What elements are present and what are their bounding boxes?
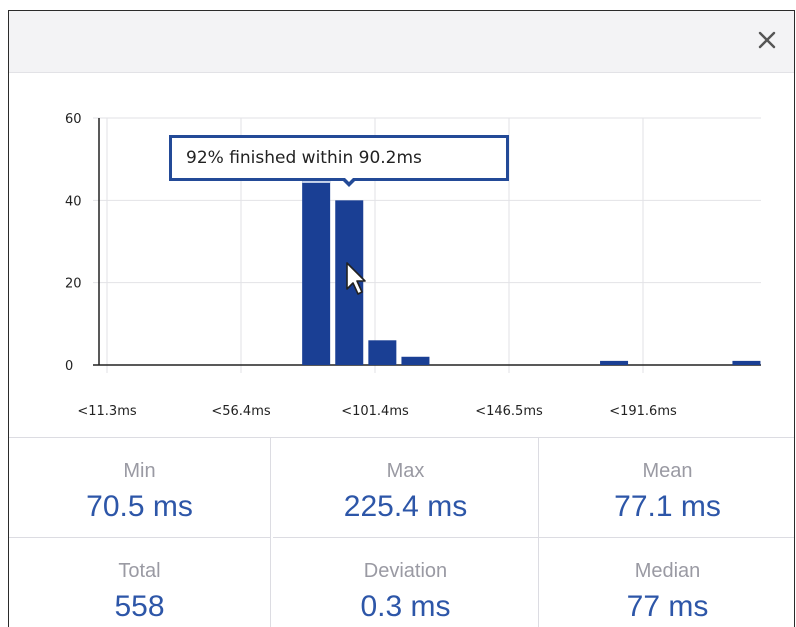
histogram-bar [401, 356, 430, 365]
y-tick-label: 0 [65, 359, 73, 374]
stats-grid: Min 70.5 ms Max 225.4 ms Mean 77.1 ms To… [9, 437, 794, 627]
stat-deviation: Deviation 0.3 ms [273, 538, 539, 627]
hover-tooltip: 92% finished within 90.2ms [169, 135, 509, 187]
dialog-header [9, 11, 794, 73]
histogram-chart: 0 20 40 60 <11.3ms <56.4ms <101.4ms <146.5ms <19… [9, 73, 794, 437]
x-tick-label: <146.5ms [475, 404, 543, 419]
close-icon[interactable] [754, 27, 780, 53]
tooltip-text: 92% finished within 90.2ms [186, 148, 422, 168]
stat-value: 558 [114, 590, 165, 623]
y-tick-label: 60 [65, 112, 82, 127]
stat-total: Total 558 [9, 538, 271, 627]
histogram-dialog: 0 20 40 60 <11.3ms <56.4ms <101.4ms <146.5ms <19… [8, 10, 795, 627]
stat-mean: Mean 77.1 ms [539, 438, 794, 538]
stat-label: Mean [642, 460, 693, 482]
y-tick-label: 20 [65, 277, 82, 292]
stat-label: Deviation [363, 560, 448, 582]
x-tick-label: <101.4ms [341, 404, 409, 419]
stat-value: 70.5 ms [86, 490, 193, 523]
y-tick-label: 40 [65, 194, 82, 209]
stat-value: 225.4 ms [343, 490, 468, 523]
stat-median: Median 77 ms [539, 538, 794, 627]
stat-label: Min [123, 460, 156, 482]
x-tick-label: <191.6ms [609, 404, 677, 419]
stat-min: Min 70.5 ms [9, 438, 271, 538]
mouse-pointer-icon [346, 262, 366, 295]
histogram-bar [368, 340, 397, 365]
histogram-bar [600, 360, 629, 365]
stat-value: 77 ms [626, 590, 709, 623]
histogram-bar [302, 150, 331, 365]
x-tick-label: <56.4ms [211, 404, 271, 419]
histogram-bar [732, 360, 761, 365]
stat-label: Median [634, 560, 701, 582]
stat-label: Max [386, 460, 425, 482]
stat-label: Total [118, 560, 161, 582]
stat-max: Max 225.4 ms [273, 438, 539, 538]
tooltip-arrow [340, 177, 358, 187]
stat-value: 0.3 ms [360, 590, 451, 623]
x-tick-label: <11.3ms [77, 404, 137, 419]
histogram-svg: 0 20 40 60 <11.3ms <56.4ms <101.4ms <146.5ms <19… [65, 112, 761, 419]
stat-value: 77.1 ms [614, 490, 721, 523]
